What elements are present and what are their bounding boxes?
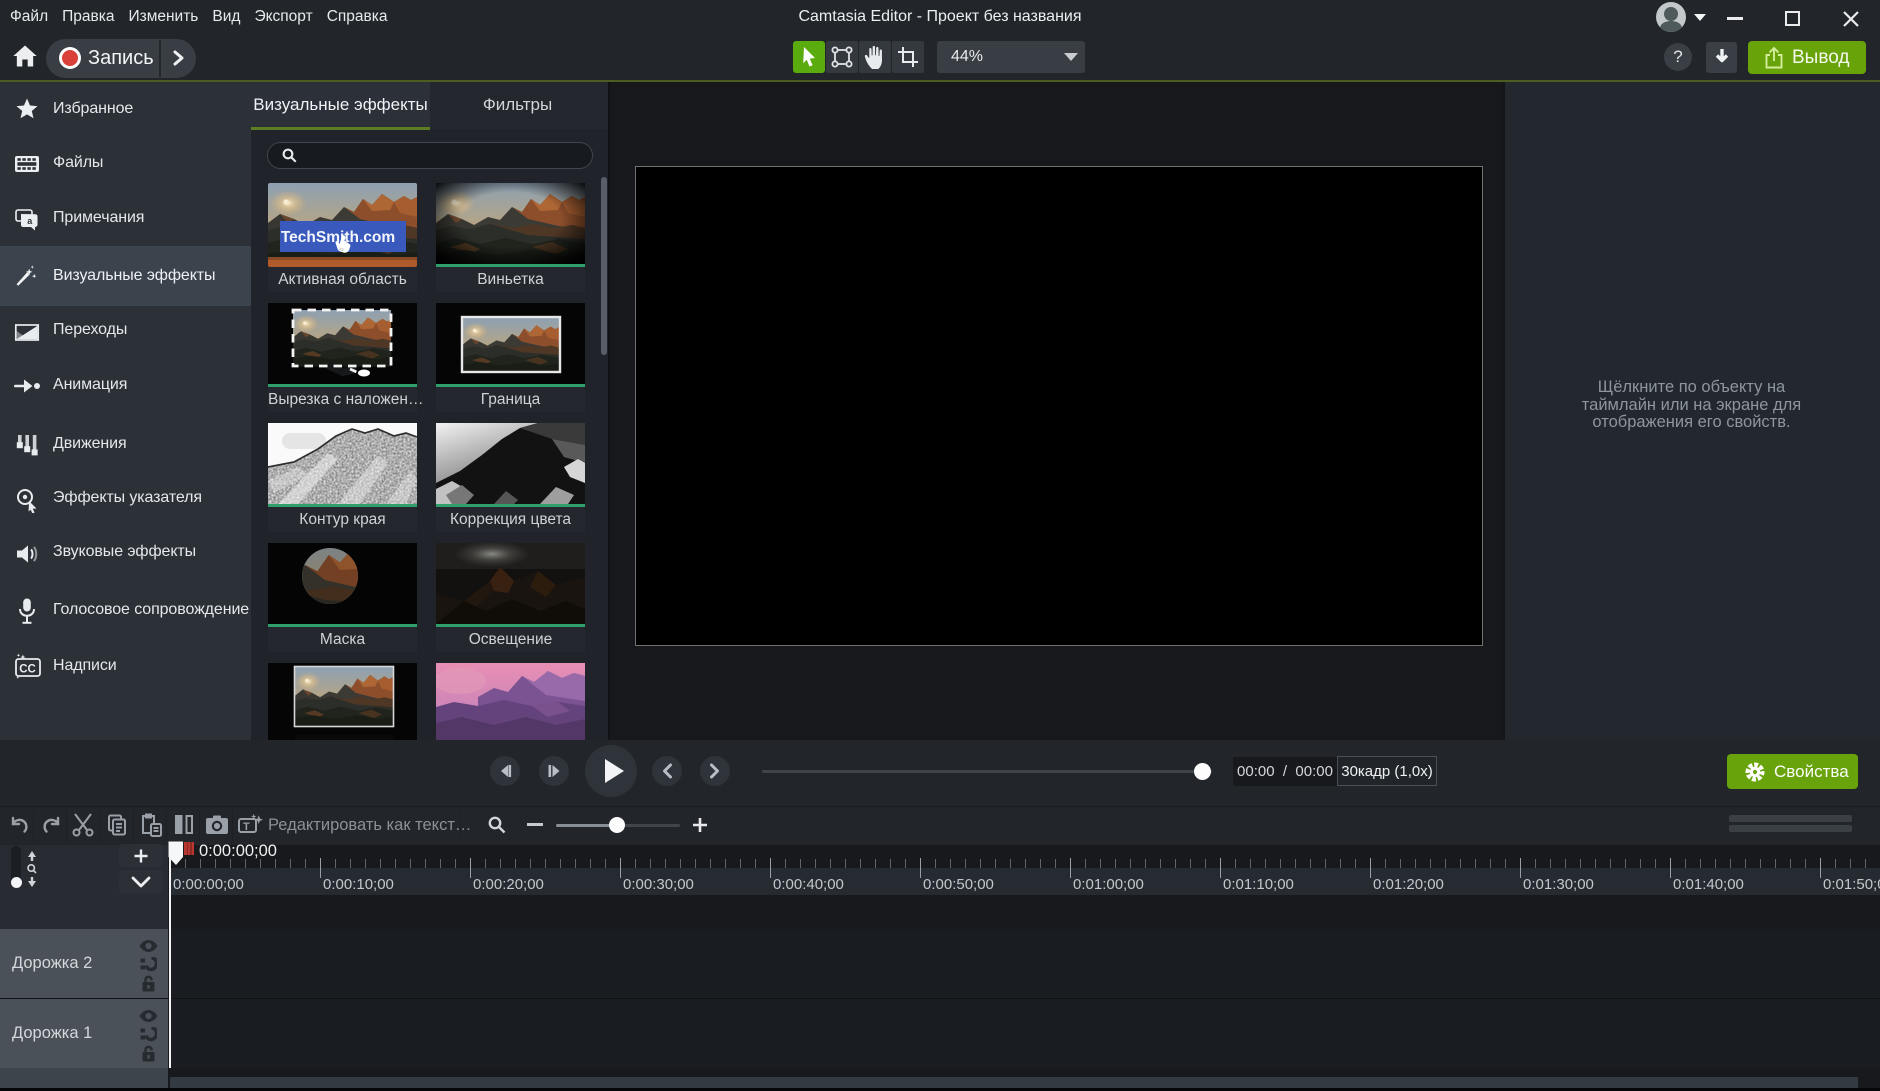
svg-text:CC: CC	[19, 664, 36, 676]
svg-text:T: T	[243, 821, 250, 833]
